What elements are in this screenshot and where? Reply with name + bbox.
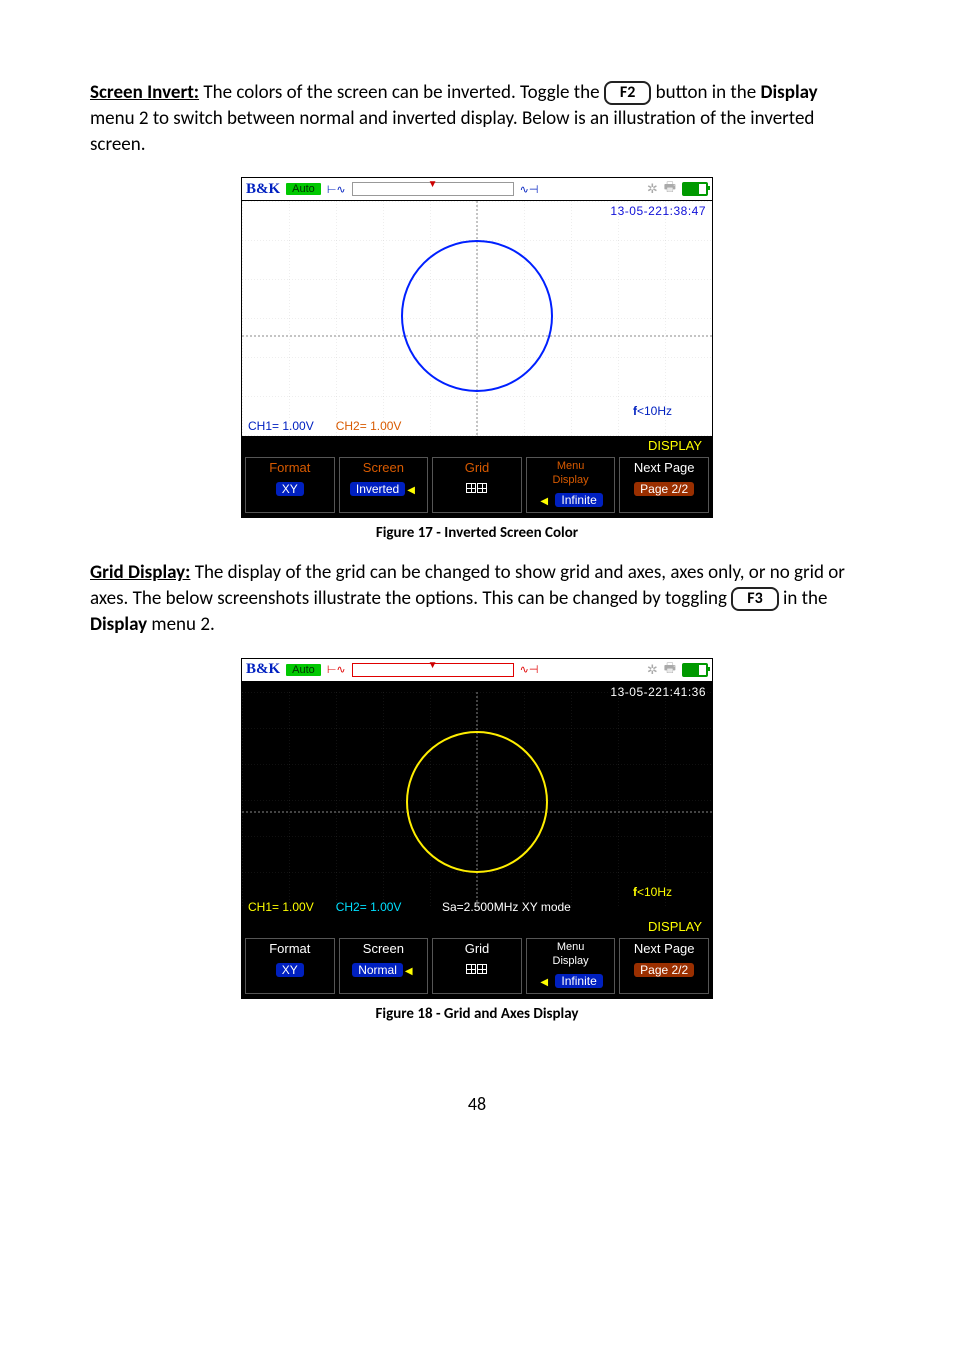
para-screen-invert: Screen Invert: The colors of the screen … [90, 80, 864, 157]
menu-format: Format XY [245, 938, 335, 994]
softkey-menu: Format XY Screen Normal◀ Grid Menu Displ… [242, 935, 712, 998]
sample-info: Sa=2.500MHz XY mode [442, 900, 571, 914]
grid-full-icon [466, 964, 476, 974]
left-arrow-icon: ◀ [538, 496, 550, 507]
text: The colors of the screen can be inverted… [203, 81, 599, 104]
frequency-readout: f<10Hz [633, 885, 672, 899]
menu-screen-value: Normal [352, 963, 403, 977]
menu-format-value: XY [276, 482, 304, 496]
menu-screen-label: Screen [342, 941, 426, 956]
text: in the [783, 587, 827, 610]
menu-screen: Screen Inverted◀ [339, 457, 429, 513]
waveform-snippet-icon: ∿⊣ [520, 183, 539, 196]
menu-name: Display [761, 81, 818, 104]
figure-18-caption: Figure 18 - Grid and Axes Display [90, 1005, 864, 1023]
battery-icon [682, 182, 708, 196]
menu-screen: Screen Normal◀ [339, 938, 429, 994]
left-arrow-icon: ◀ [538, 977, 550, 988]
heading-screen-invert: Screen Invert: [90, 81, 199, 104]
brand-logo: B&K [246, 661, 280, 678]
trigger-pos-icon: ⊢∿ [327, 663, 346, 676]
ch2-label: CH2= 1.00V [336, 419, 402, 433]
figure-18: B&K Auto ⊢∿ ▼ ∿⊣ ✲ 🖶 13-05-221:41:36 [90, 658, 864, 1023]
text: menu 2 to switch between normal and inve… [90, 107, 814, 156]
menu-format-label: Format [248, 941, 332, 956]
menu-md-value: Infinite [555, 974, 602, 988]
trigger-pos-icon: ⊢∿ [327, 183, 346, 196]
heading-grid-display: Grid Display: [90, 561, 190, 584]
menu-screen-value: Inverted [350, 482, 405, 496]
menu-md-label2: Display [529, 955, 613, 967]
grid-full-icon [477, 483, 487, 493]
ch1-label: CH1= 1.00V [248, 900, 314, 914]
channel-labels: CH1= 1.00V CH2= 1.00V [248, 419, 401, 433]
plot-area: 13-05-221:41:36 f<10Hz CH1= 1.00V CH2= 1… [242, 682, 712, 917]
text: button in the [656, 81, 757, 104]
mode-badge: Auto [286, 183, 321, 195]
ch2-label: CH2= 1.00V [336, 900, 402, 914]
softkey-menu: Format XY Screen Inverted◀ Grid Menu Dis… [242, 454, 712, 517]
menu-md-value: Infinite [555, 493, 602, 507]
menu-md-label2: Display [529, 474, 613, 486]
channel-labels: CH1= 1.00V CH2= 1.00V [248, 900, 401, 914]
print-icon: 🖶 [664, 178, 676, 200]
scope-topbar: B&K Auto ⊢∿ ▼ ∿⊣ ✲ 🖶 [242, 178, 712, 201]
menu-next-label: Next Page [622, 460, 706, 475]
plot-area: 13-05-221:38:47 f<10Hz CH1= 1.00V CH2= 1… [242, 201, 712, 436]
menu-menudisplay: Menu Display ◀ Infinite [526, 938, 616, 994]
figure-17: B&K Auto ⊢∿ ▼ ∿⊣ ✲ 🖶 13-05-221:38:47 [90, 177, 864, 542]
menu-screen-label: Screen [342, 460, 426, 475]
gear-icon: ✲ [647, 662, 658, 678]
oscilloscope-screenshot-inverted: B&K Auto ⊢∿ ▼ ∿⊣ ✲ 🖶 13-05-221:38:47 [241, 177, 713, 518]
trigger-tick-icon: ▼ [428, 660, 438, 671]
menu-format-value: XY [276, 963, 304, 977]
gear-icon: ✲ [647, 181, 658, 197]
menu-nextpage: Next Page Page 2/2 [619, 938, 709, 994]
ch1-label: CH1= 1.00V [248, 419, 314, 433]
menu-md-label1: Menu [529, 941, 613, 953]
figure-17-caption: Figure 17 - Inverted Screen Color [90, 524, 864, 542]
grid-and-circle [242, 682, 712, 917]
menu-grid-label: Grid [435, 941, 519, 956]
menu-next-value: Page 2/2 [634, 482, 694, 496]
memory-bar: ▼ [352, 663, 514, 677]
key-f3: F3 [731, 587, 778, 611]
menu-format: Format XY [245, 457, 335, 513]
left-arrow-icon: ◀ [405, 485, 417, 496]
menu-md-label1: Menu [529, 460, 613, 472]
menu-next-label: Next Page [622, 941, 706, 956]
waveform-snippet-icon: ∿⊣ [520, 663, 539, 676]
grid-full-icon [477, 964, 487, 974]
key-f2: F2 [604, 81, 651, 105]
grid-and-circle [242, 201, 712, 436]
menu-format-label: Format [248, 460, 332, 475]
display-label: DISPLAY [242, 436, 712, 454]
menu-next-value: Page 2/2 [634, 963, 694, 977]
battery-icon [682, 663, 708, 677]
print-icon: 🖶 [664, 659, 676, 681]
menu-grid-label: Grid [435, 460, 519, 475]
memory-bar: ▼ [352, 182, 514, 196]
brand-logo: B&K [246, 181, 280, 198]
trigger-tick-icon: ▼ [428, 179, 438, 190]
grid-full-icon [466, 483, 476, 493]
menu-name: Display [90, 613, 147, 636]
scope-topbar: B&K Auto ⊢∿ ▼ ∿⊣ ✲ 🖶 [242, 659, 712, 682]
oscilloscope-screenshot-normal: B&K Auto ⊢∿ ▼ ∿⊣ ✲ 🖶 13-05-221:41:36 [241, 658, 713, 999]
page-number: 48 [90, 1093, 864, 1115]
left-arrow-icon: ◀ [403, 966, 415, 977]
frequency-readout: f<10Hz [633, 404, 672, 418]
menu-menudisplay: Menu Display ◀ Infinite [526, 457, 616, 513]
para-grid-display: Grid Display: The display of the grid ca… [90, 560, 864, 637]
menu-nextpage: Next Page Page 2/2 [619, 457, 709, 513]
display-label: DISPLAY [242, 917, 712, 935]
text: menu 2. [151, 613, 214, 636]
mode-badge: Auto [286, 664, 321, 676]
menu-grid: Grid [432, 457, 522, 513]
menu-grid: Grid [432, 938, 522, 994]
